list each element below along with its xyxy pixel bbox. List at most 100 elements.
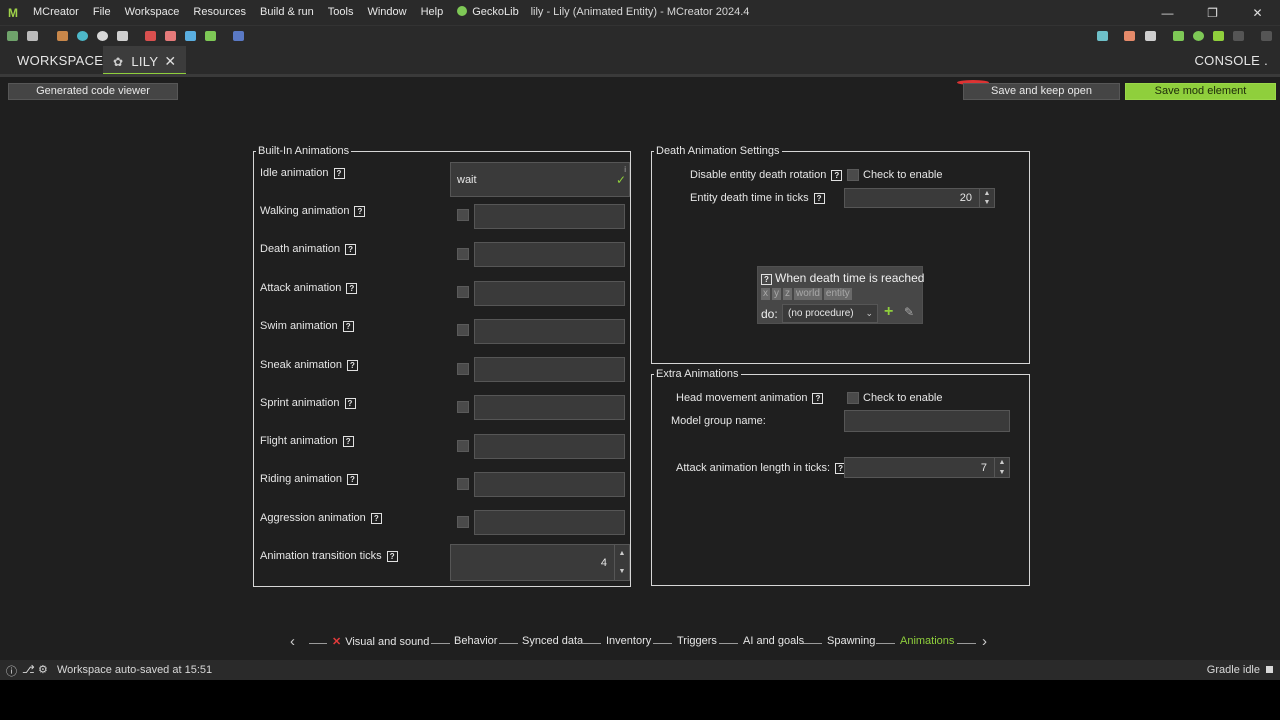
wizard-step-inventory[interactable]: Inventory [606,635,651,647]
spinner-arrows[interactable]: ▲ ▼ [994,458,1009,477]
info-icon[interactable]: ⓘ [6,663,17,679]
help-icon[interactable]: ? [333,168,345,179]
close-window-icon[interactable]: ✕ [1235,0,1280,25]
aggression-animation-checkbox[interactable] [457,516,469,528]
walking-animation-checkbox[interactable] [457,209,469,221]
stop-gradle-icon[interactable] [1266,666,1273,673]
help-icon[interactable]: ? [370,513,382,524]
spinner-arrows[interactable]: ▲ ▼ [614,545,629,580]
help-icon[interactable]: ? [831,170,843,181]
tab-console[interactable]: CONSOLE . [1194,46,1268,76]
help-icon[interactable]: ? [344,398,356,409]
sprint-animation-checkbox[interactable] [457,401,469,413]
chevron-left-icon[interactable]: ‹ [290,633,295,650]
spinner-down-icon[interactable]: ▼ [619,568,626,575]
help-icon[interactable]: ? [346,360,358,371]
help-icon[interactable]: ? [342,321,354,332]
restore-icon[interactable]: ❐ [1190,0,1235,25]
sprint-animation-field[interactable] [474,395,625,420]
attack-animation-checkbox[interactable] [457,286,469,298]
menu-file[interactable]: File [86,0,118,25]
sound-icon[interactable] [77,31,88,41]
menu-resources[interactable]: Resources [186,0,253,25]
sneak-animation-field[interactable] [474,357,625,382]
wizard-step-visual[interactable]: ✕ Visual and sound [332,635,429,648]
swim-animation-field[interactable] [474,319,625,344]
stop-icon[interactable] [1233,31,1244,41]
wizard-step-synced-data[interactable]: Synced data [522,635,583,647]
spinner-down-icon[interactable]: ▼ [984,199,991,206]
disable-death-rotation-checkbox[interactable] [847,169,859,181]
flight-animation-checkbox[interactable] [457,440,469,452]
menu-help[interactable]: Help [414,0,451,25]
head-movement-check-label[interactable]: Check to enable [863,392,943,404]
attack-length-spinner[interactable]: 7 ▲ ▼ [844,457,1010,478]
build-icon[interactable] [1124,31,1135,41]
code-icon[interactable] [27,31,38,41]
save-and-keep-open-button[interactable]: Save and keep open [963,83,1120,100]
spinner-up-icon[interactable]: ▲ [619,550,626,557]
menu-build-run[interactable]: Build & run [253,0,321,25]
flight-animation-field[interactable] [474,434,625,459]
menu-mcreator[interactable]: MCreator [26,0,86,25]
workspace-icon[interactable] [7,31,18,41]
settings-icon[interactable] [97,31,108,41]
gear-icon[interactable]: ⚙ [38,663,48,676]
structure-icon[interactable] [185,31,196,41]
attack-animation-field[interactable] [474,281,625,306]
help-icon[interactable]: ? [386,551,398,562]
wizard-step-ai-goals[interactable]: AI and goals [743,635,804,647]
spinner-down-icon[interactable]: ▼ [999,469,1006,476]
model-icon[interactable] [165,31,176,41]
add-procedure-icon[interactable]: + [884,303,893,321]
idle-animation-select[interactable]: wait i ✓ [450,162,630,197]
help-icon[interactable]: ? [346,283,358,294]
sneak-animation-checkbox[interactable] [457,363,469,375]
browser-icon[interactable] [233,31,244,41]
riding-animation-checkbox[interactable] [457,478,469,490]
edit-procedure-icon[interactable]: ✎ [904,305,914,319]
head-movement-checkbox[interactable] [847,392,859,404]
tab-workspace[interactable]: WORKSPACE [17,46,103,76]
git-icon[interactable]: ⎇ [22,663,35,676]
save-mod-element-button[interactable]: Save mod element [1125,83,1276,100]
run-server-icon[interactable] [1213,31,1224,41]
aggression-animation-field[interactable] [474,510,625,535]
texture-icon[interactable] [145,31,156,41]
walking-animation-field[interactable] [474,204,625,229]
help-icon[interactable]: ? [354,206,366,217]
export-icon[interactable] [1097,31,1108,41]
help-icon[interactable]: ? [812,393,824,404]
menu-tools[interactable]: Tools [321,0,361,25]
menu-workspace[interactable]: Workspace [118,0,187,25]
variables-icon[interactable] [205,31,216,41]
disable-death-rotation-check-label[interactable]: Check to enable [863,169,943,181]
close-tab-icon[interactable]: ✕ [164,53,176,69]
spinner-up-icon[interactable]: ▲ [984,190,991,197]
spinner-up-icon[interactable]: ▲ [999,459,1006,466]
wizard-step-triggers[interactable]: Triggers [677,635,717,647]
menu-window[interactable]: Window [360,0,413,25]
chevron-right-icon[interactable]: › [982,633,987,650]
help-icon[interactable]: ? [346,474,358,485]
riding-animation-field[interactable] [474,472,625,497]
wizard-step-behavior[interactable]: Behavior [454,635,497,647]
transition-ticks-spinner[interactable]: 4 ▲ ▼ [450,544,630,581]
wizard-step-animations[interactable]: Animations [900,635,954,647]
spinner-arrows[interactable]: ▲ ▼ [979,189,994,207]
death-animation-field[interactable] [474,242,625,267]
swim-animation-checkbox[interactable] [457,324,469,336]
help-icon[interactable]: ? [813,193,825,204]
death-time-spinner[interactable]: 20 ▲ ▼ [844,188,995,208]
generated-code-viewer-button[interactable]: Generated code viewer [8,83,178,100]
stop-server-icon[interactable] [1261,31,1272,41]
death-animation-checkbox[interactable] [457,248,469,260]
debug-icon[interactable] [1193,31,1204,41]
image-icon[interactable] [57,31,68,41]
help-icon[interactable]: ? [761,274,772,285]
model-group-input[interactable] [844,410,1010,432]
hammer-icon[interactable] [1145,31,1156,41]
tab-lily[interactable]: ✿ LILY ✕ [103,46,186,76]
help-icon[interactable]: ? [345,244,357,255]
tools-icon[interactable] [117,31,128,41]
